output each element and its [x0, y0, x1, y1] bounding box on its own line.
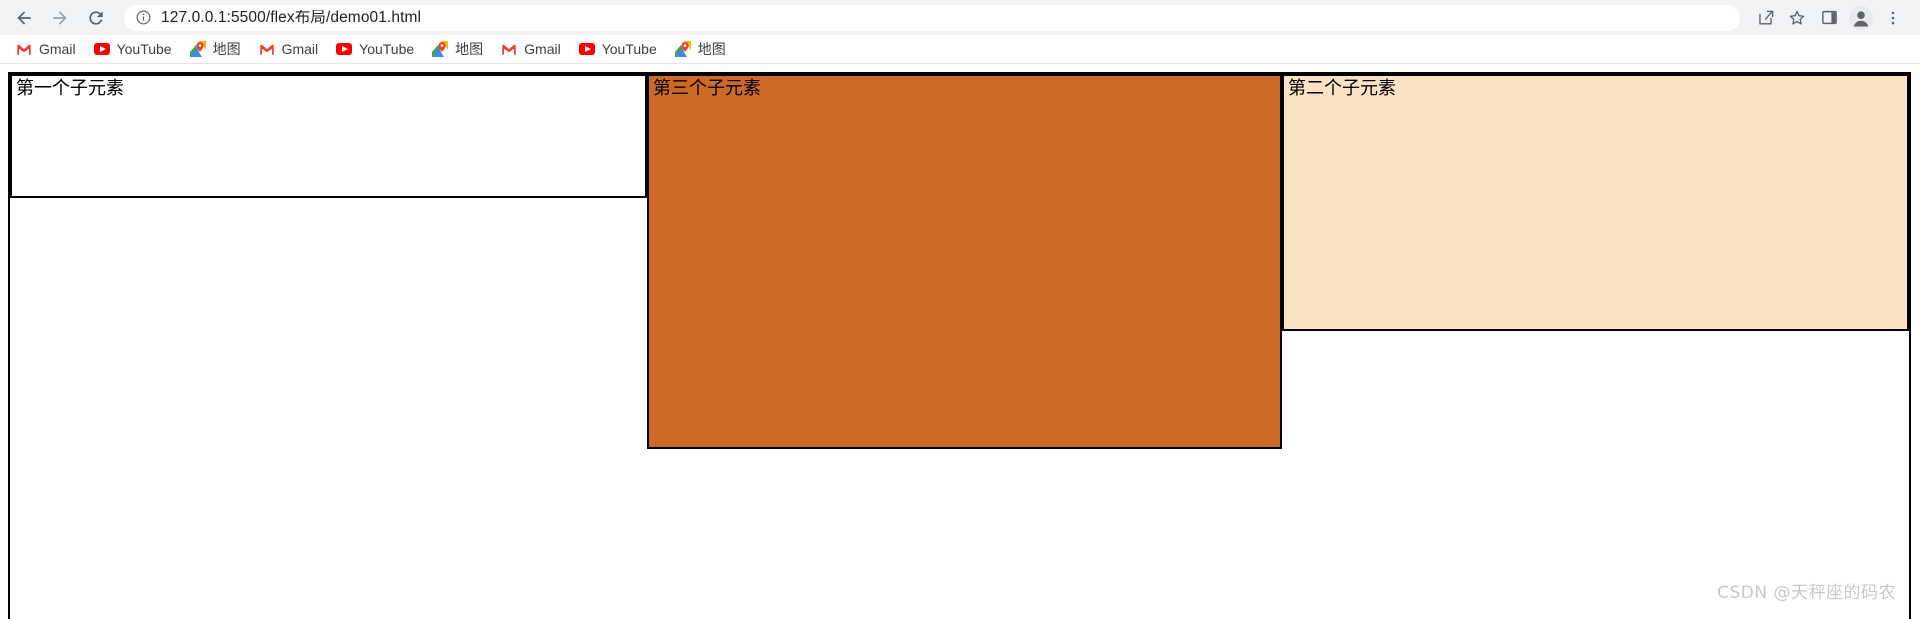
gmail-icon — [16, 41, 32, 57]
gmail-icon — [501, 41, 517, 57]
share-icon[interactable] — [1750, 3, 1780, 33]
address-bar-url: 127.0.0.1:5500/flex布局/demo01.html — [161, 9, 422, 26]
bookmark-item-gmail-1[interactable]: Gmail — [8, 37, 84, 61]
bookmark-label: Gmail — [281, 41, 319, 57]
flex-item-third-label: 第三个子元素 — [653, 78, 761, 99]
profile-avatar-icon[interactable] — [1846, 3, 1876, 33]
maps-icon — [189, 41, 206, 57]
maps-icon — [674, 41, 691, 57]
reload-button[interactable] — [80, 2, 112, 34]
flex-container: 第一个子元素 第三个子元素 第二个子元素 — [8, 72, 1911, 619]
toolbar-right-group — [1750, 3, 1912, 33]
flex-item-second-label: 第二个子元素 — [1288, 78, 1396, 99]
bookmark-label: YouTube — [601, 41, 657, 57]
bookmark-item-maps-2[interactable]: 地图 — [424, 37, 491, 61]
browser-window: 127.0.0.1:5500/flex布局/demo01.html Gmail … — [0, 0, 1920, 619]
bookmark-label: YouTube — [116, 41, 172, 57]
bookmark-label: Gmail — [524, 41, 561, 57]
bookmark-item-maps-1[interactable]: 地图 — [182, 37, 249, 61]
page-viewport: 第一个子元素 第三个子元素 第二个子元素 CSDN @天秤座的码农 — [0, 64, 1920, 619]
address-bar[interactable]: 127.0.0.1:5500/flex布局/demo01.html — [124, 4, 1740, 31]
side-panel-icon[interactable] — [1814, 3, 1844, 33]
flex-item-first: 第一个子元素 — [10, 74, 647, 198]
three-dot-menu-icon[interactable] — [1878, 3, 1908, 33]
bookmark-label: YouTube — [359, 41, 415, 57]
maps-icon — [432, 41, 449, 57]
youtube-icon — [93, 41, 110, 57]
reload-icon — [89, 10, 103, 25]
youtube-icon — [336, 41, 353, 57]
bookmark-item-maps-3[interactable]: 地图 — [667, 37, 734, 61]
bookmark-label: 地图 — [212, 41, 241, 57]
back-button[interactable] — [8, 2, 40, 34]
bookmark-item-gmail-2[interactable]: Gmail — [251, 37, 327, 61]
bookmark-label: Gmail — [39, 41, 76, 57]
bookmark-label: 地图 — [455, 41, 484, 57]
gmail-icon — [259, 41, 275, 57]
forward-button[interactable] — [44, 2, 76, 34]
csdn-watermark: CSDN @天秤座的码农 — [1717, 583, 1896, 603]
star-icon[interactable] — [1782, 3, 1812, 33]
info-circle-icon — [136, 10, 150, 25]
back-arrow-icon — [17, 10, 31, 25]
bookmark-item-youtube-1[interactable]: YouTube — [86, 37, 180, 61]
bookmark-item-youtube-2[interactable]: YouTube — [328, 37, 422, 61]
youtube-icon — [578, 41, 595, 57]
bookmarks-bar: Gmail YouTube 地图 Gmail YouTube 地图 Gmail … — [0, 35, 1920, 64]
bookmark-item-youtube-3[interactable]: YouTube — [571, 37, 665, 61]
bookmark-label: 地图 — [697, 41, 726, 57]
bookmark-item-gmail-3[interactable]: Gmail — [493, 37, 569, 61]
flex-item-third: 第三个子元素 — [647, 74, 1282, 449]
flex-item-second: 第二个子元素 — [1282, 74, 1909, 331]
browser-toolbar: 127.0.0.1:5500/flex布局/demo01.html — [0, 0, 1920, 35]
site-info-icon[interactable] — [134, 9, 152, 27]
forward-arrow-icon — [53, 10, 67, 25]
flex-item-first-label: 第一个子元素 — [16, 78, 124, 99]
